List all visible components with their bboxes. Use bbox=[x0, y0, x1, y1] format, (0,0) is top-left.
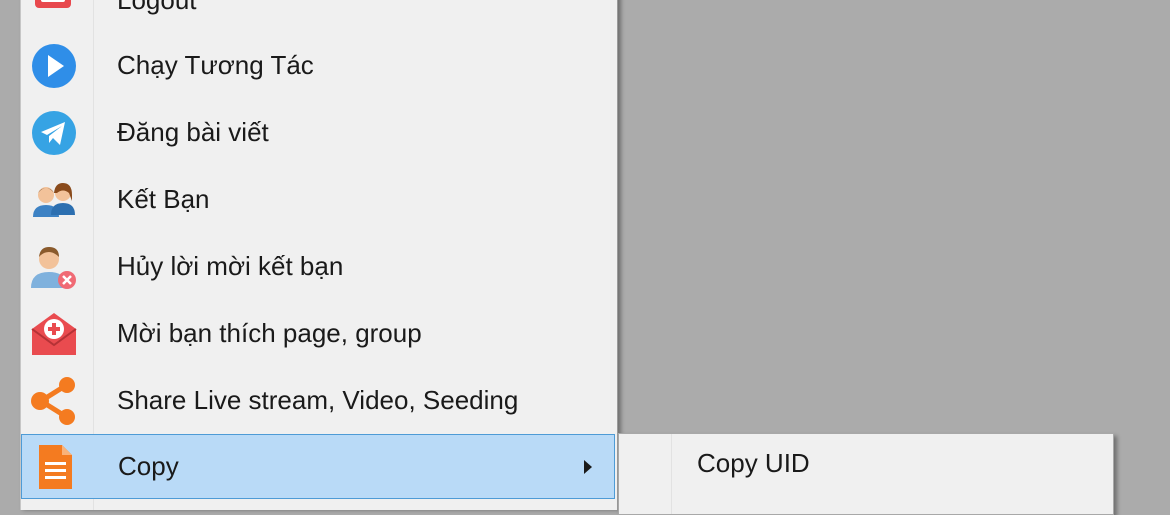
menu-item-label: Kết Bạn bbox=[117, 184, 210, 214]
context-menu: Logout Chạy Tương Tác Đăng bài viết Kết … bbox=[20, 0, 618, 510]
menu-item-label: Đăng bài viết bbox=[117, 117, 269, 147]
menu-item-post[interactable]: Đăng bài viết bbox=[21, 99, 615, 165]
friends-icon bbox=[29, 175, 79, 225]
menu-item-cancel-friend-request[interactable]: Hủy lời mời kết bạn bbox=[21, 233, 615, 299]
background-strip bbox=[0, 0, 20, 500]
menu-item-copy[interactable]: Copy bbox=[21, 434, 615, 499]
submenu-arrow-icon bbox=[584, 460, 592, 474]
menu-item-run-interaction[interactable]: Chạy Tương Tác bbox=[21, 32, 615, 98]
play-icon bbox=[29, 41, 79, 91]
menu-item-label: Logout bbox=[117, 0, 197, 15]
menu-item-logout[interactable]: Logout bbox=[21, 0, 615, 33]
share-icon bbox=[29, 376, 79, 426]
document-icon bbox=[30, 442, 80, 492]
remove-user-icon bbox=[29, 242, 79, 292]
submenu-item-label: Copy UID bbox=[697, 448, 810, 478]
menu-item-label: Chạy Tương Tác bbox=[117, 50, 314, 80]
menu-item-label: Hủy lời mời kết bạn bbox=[117, 251, 344, 281]
menu-item-label: Copy bbox=[118, 451, 179, 481]
menu-item-add-friend[interactable]: Kết Bạn bbox=[21, 166, 615, 232]
menu-item-invite-like[interactable]: Mời bạn thích page, group bbox=[21, 300, 615, 366]
menu-item-label: Share Live stream, Video, Seeding bbox=[117, 385, 519, 415]
logout-icon bbox=[29, 0, 79, 26]
invite-mail-icon bbox=[29, 309, 79, 359]
menu-item-share-live[interactable]: Share Live stream, Video, Seeding bbox=[21, 367, 615, 433]
menu-item-label: Mời bạn thích page, group bbox=[117, 318, 422, 348]
copy-submenu: Copy UID bbox=[618, 433, 1114, 515]
submenu-item-copy-uid[interactable]: Copy UID bbox=[619, 434, 1113, 492]
telegram-send-icon bbox=[29, 108, 79, 158]
